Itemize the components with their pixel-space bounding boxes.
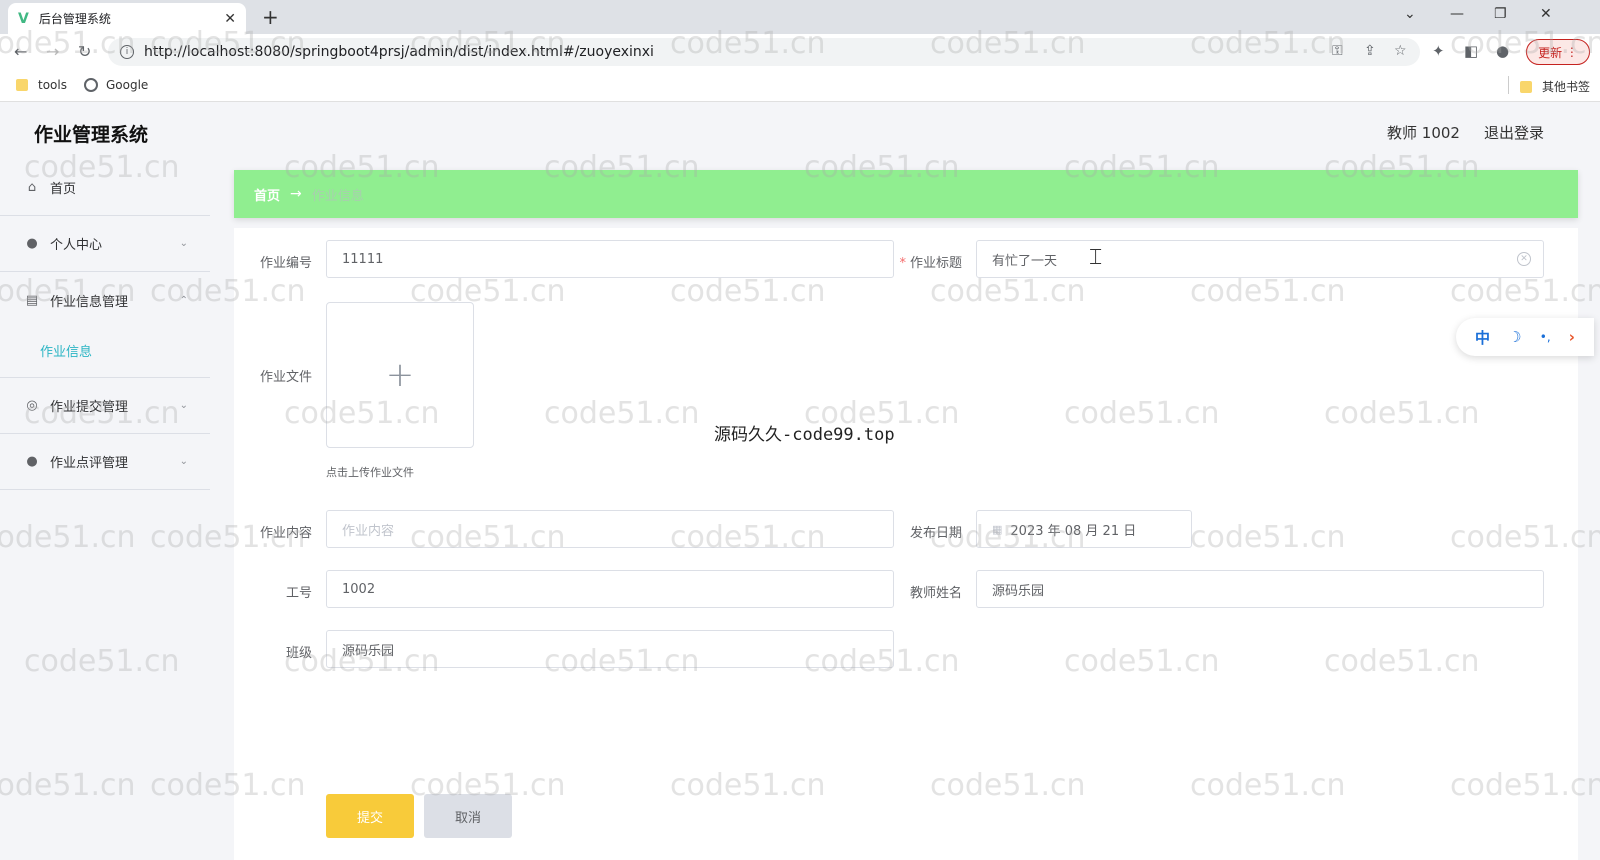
app-title: 作业管理系统 — [34, 124, 149, 146]
publish-date-picker[interactable]: ▦ 2023 年 08 月 21 日 — [976, 510, 1192, 548]
label-employee-id: 工号 — [285, 586, 312, 601]
employee-id-input[interactable]: 1002 — [326, 570, 894, 608]
browser-tab[interactable]: V 后台管理系统 ✕ — [8, 3, 246, 34]
homework-form: 作业编号 11111 * 作业标题 有忙了一天 ⌶ ✕ 作业文件 + 点击上传作业… — [234, 228, 1578, 860]
sidebar-item-homework-review[interactable]: ● 作业点评管理 ⌄ — [0, 434, 210, 490]
homework-title-input[interactable]: 有忙了一天 ⌶ ✕ — [976, 240, 1544, 278]
app-root: 作业管理系统 ⌂ 首页 ● 个人中心 ⌄ ▤ 作业信息管理 ⌃ 作业信息 ◎ 作… — [0, 102, 1600, 860]
center-overlay-text: 源码久久-code99.top — [714, 425, 895, 445]
sidebar: 作业管理系统 ⌂ 首页 ● 个人中心 ⌄ ▤ 作业信息管理 ⌃ 作业信息 ◎ 作… — [0, 102, 210, 860]
chevron-down-icon: ⌄ — [179, 400, 188, 411]
file-upload[interactable]: + — [326, 302, 474, 448]
user-icon: ● — [26, 454, 38, 469]
sidepanel-icon[interactable]: ◧ — [1464, 42, 1478, 60]
calendar-icon: ▦ — [992, 522, 1003, 536]
label-class: 班级 — [285, 646, 312, 661]
url-text: http://localhost:8080/springboot4prsj/ad… — [144, 44, 654, 60]
current-user: 教师 1002 — [1387, 124, 1460, 142]
globe-icon — [84, 78, 98, 92]
bookmarks-bar: tools Google 其他书签 — [0, 70, 1600, 102]
chevron-down-icon: ⌄ — [179, 238, 188, 249]
back-icon[interactable]: ← — [14, 42, 27, 61]
bookmark-separator — [1508, 76, 1509, 94]
star-icon[interactable]: ☆ — [1394, 43, 1407, 59]
label-homework-file: 作业文件 — [259, 370, 312, 385]
bookmark-google[interactable]: Google — [84, 78, 148, 92]
moon-icon[interactable]: ☽ — [1508, 328, 1521, 346]
address-bar: ← → ↻ i http://localhost:8080/springboot… — [0, 34, 1600, 70]
homework-content-input[interactable]: 作业内容 — [326, 510, 894, 548]
upload-tip: 点击上传作业文件 — [326, 466, 414, 479]
submit-icon: ◎ — [26, 398, 38, 413]
sidebar-item-home[interactable]: ⌂ 首页 — [0, 160, 210, 216]
breadcrumb: 首页 → 作业信息 — [234, 170, 1578, 218]
user-icon: ● — [26, 236, 38, 251]
chevron-down-icon[interactable]: ⌄ — [1404, 6, 1416, 22]
sidebar-subitem-homework-info[interactable]: 作业信息 — [0, 324, 210, 378]
sidebar-item-homework-info[interactable]: ▤ 作业信息管理 ⌃ — [0, 272, 210, 328]
chevron-down-icon: ⌄ — [179, 456, 188, 467]
plus-icon: + — [385, 355, 415, 395]
label-teacher-name: 教师姓名 — [909, 586, 962, 601]
site-info-icon[interactable]: i — [120, 45, 134, 59]
class-input[interactable]: 源码乐园 — [326, 630, 894, 668]
punctuation-icon[interactable]: •, — [1540, 330, 1551, 344]
key-icon[interactable]: ⚿ — [1332, 43, 1343, 59]
share-icon[interactable]: ⇪ — [1364, 43, 1376, 59]
breadcrumb-current: 作业信息 — [311, 188, 364, 204]
label-publish-date: 发布日期 — [909, 526, 962, 541]
label-homework-content: 作业内容 — [259, 526, 312, 541]
close-icon[interactable]: ✕ — [224, 11, 236, 27]
vue-logo-icon: V — [18, 10, 29, 27]
breadcrumb-home[interactable]: 首页 — [254, 185, 280, 204]
restore-icon[interactable]: ❐ — [1494, 6, 1507, 22]
bookmark-other[interactable]: 其他书签 — [1520, 78, 1590, 95]
ime-language-toggle[interactable]: 中 — [1475, 327, 1490, 348]
form-icon: ▤ — [25, 292, 39, 308]
chevron-up-icon: ⌃ — [179, 294, 188, 306]
arrow-right-icon: → — [290, 186, 302, 202]
tab-title: 后台管理系统 — [38, 12, 111, 26]
submit-button[interactable]: 提交 — [326, 794, 414, 838]
label-homework-id: 作业编号 — [259, 256, 312, 271]
clear-icon[interactable]: ✕ — [1517, 252, 1531, 266]
minimize-icon[interactable]: — — [1450, 6, 1464, 22]
profile-icon[interactable]: ● — [1496, 42, 1509, 60]
sidebar-item-profile[interactable]: ● 个人中心 ⌄ — [0, 216, 210, 272]
user-info: 教师 1002 退出登录 — [1387, 122, 1544, 143]
browser-tabbar: V 后台管理系统 ✕ + ⌄ — ❐ ✕ — [0, 0, 1600, 34]
window-close-icon[interactable]: ✕ — [1540, 6, 1552, 22]
teacher-name-input[interactable]: 源码乐园 — [976, 570, 1544, 608]
update-button[interactable]: 更新 ⋮ — [1526, 39, 1590, 65]
homework-id-input[interactable]: 11111 — [326, 240, 894, 278]
folder-icon — [1520, 80, 1532, 93]
bookmark-tools[interactable]: tools — [16, 78, 67, 92]
forward-icon[interactable]: → — [46, 42, 59, 61]
sidebar-item-homework-submit[interactable]: ◎ 作业提交管理 ⌄ — [0, 378, 210, 434]
text-cursor-icon: ⌶ — [1089, 245, 1103, 270]
logout-link[interactable]: 退出登录 — [1484, 122, 1544, 143]
chevron-right-icon[interactable]: › — [1569, 328, 1575, 346]
folder-icon — [16, 79, 28, 91]
cancel-button[interactable]: 取消 — [424, 794, 512, 838]
home-icon: ⌂ — [27, 180, 37, 195]
label-homework-title: * 作业标题 — [899, 256, 962, 271]
ime-toolbar[interactable]: 中 ☽ •, › — [1456, 318, 1594, 356]
reload-icon[interactable]: ↻ — [78, 42, 91, 61]
url-field[interactable]: i http://localhost:8080/springboot4prsj/… — [108, 38, 1420, 66]
new-tab-icon[interactable]: + — [262, 5, 279, 29]
extensions-icon[interactable]: ✦ — [1432, 42, 1445, 60]
